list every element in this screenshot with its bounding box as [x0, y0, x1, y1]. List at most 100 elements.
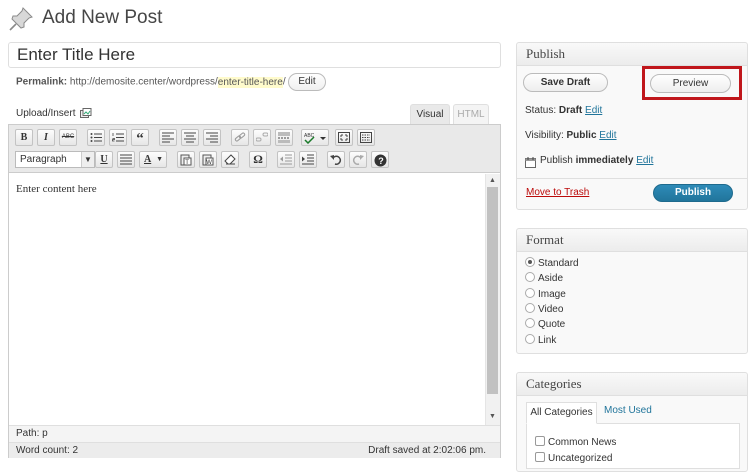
text-color-letter: A [144, 154, 152, 165]
status-value: Draft [558, 105, 583, 116]
checkbox[interactable] [535, 436, 545, 447]
align-right-icon[interactable] [203, 129, 221, 146]
status-label: Status: [525, 105, 557, 116]
visibility-label: Visibility: [525, 130, 564, 141]
category-label: Common News [548, 437, 617, 448]
visibility-row: Visibility: Public Edit [525, 130, 617, 141]
indent-icon[interactable] [299, 151, 317, 168]
publish-time-row: Publish immediately Edit [540, 155, 653, 166]
permalink-edit-button[interactable]: Edit [288, 73, 326, 91]
visibility-value: Public [566, 130, 597, 141]
publish-button[interactable]: Publish [653, 184, 733, 202]
pushpin-icon [8, 6, 34, 32]
align-left-icon[interactable] [159, 129, 177, 146]
fullscreen-icon[interactable] [335, 129, 353, 146]
editor-content[interactable]: Enter content here [16, 183, 97, 195]
redo-icon[interactable] [349, 151, 367, 168]
publish-time-edit-link[interactable]: Edit [636, 155, 653, 166]
radio-checked[interactable] [525, 257, 535, 268]
italic-button[interactable]: I [37, 129, 55, 146]
page-title: Add New Post [42, 7, 163, 28]
format-option-label: Standard [538, 258, 579, 269]
paste-from-word-icon[interactable]: W [199, 151, 217, 168]
editor-path-bar: Path: p [9, 425, 500, 442]
tab-most-used[interactable]: Most Used [604, 405, 652, 416]
radio[interactable] [525, 334, 535, 345]
strikethrough-button[interactable]: ABC [59, 129, 77, 146]
category-item[interactable]: Common News [535, 436, 617, 449]
divider [517, 178, 747, 179]
align-center-icon[interactable] [181, 129, 199, 146]
format-option-label: Video [538, 304, 564, 315]
radio[interactable] [525, 303, 535, 314]
tab-all-categories[interactable]: All Categories [526, 402, 597, 424]
format-option-video[interactable]: Video [525, 303, 564, 316]
word-count: Word count: 2 [16, 445, 79, 456]
category-item[interactable]: Uncategorized [535, 452, 612, 465]
scroll-up-icon[interactable]: ▲ [485, 174, 500, 187]
scroll-down-icon[interactable]: ▼ [485, 410, 500, 423]
paste-as-text-icon[interactable]: T [177, 151, 195, 168]
help-icon[interactable]: ? [371, 151, 389, 168]
publish-box-title[interactable]: Publish [517, 43, 747, 66]
numbered-list-icon[interactable] [109, 129, 127, 146]
draft-saved-status: Draft saved at 2:02:06 pm. [368, 445, 486, 456]
permalink-base: http://demosite.center/wordpress/ [69, 76, 218, 88]
format-box-title[interactable]: Format [517, 229, 747, 252]
upload-insert-label: Upload/Insert [16, 108, 76, 119]
svg-text:W: W [206, 160, 212, 166]
permalink-trailing-slash: / [282, 76, 286, 88]
visibility-edit-link[interactable]: Edit [599, 130, 616, 141]
permalink-label: Permalink: [16, 76, 68, 88]
status-edit-link[interactable]: Edit [585, 105, 602, 116]
categories-box-title[interactable]: Categories [517, 373, 747, 396]
move-to-trash-link[interactable]: Move to Trash [526, 187, 589, 198]
radio[interactable] [525, 288, 535, 299]
underline-button[interactable]: U [95, 151, 113, 168]
special-character-button[interactable]: Ω [249, 151, 267, 168]
insert-more-tag-icon[interactable] [275, 129, 293, 146]
spellcheck-icon[interactable]: ABC [301, 129, 329, 146]
post-title-input[interactable] [8, 42, 501, 68]
bold-button[interactable]: B [15, 129, 33, 146]
publish-time-value: immediately [575, 155, 634, 166]
bullet-list-icon[interactable] [87, 129, 105, 146]
format-option-aside[interactable]: Aside [525, 272, 564, 285]
tab-visual[interactable]: Visual [410, 104, 450, 125]
tab-html[interactable]: HTML [453, 104, 489, 125]
kitchen-sink-icon[interactable] [357, 129, 375, 146]
format-option-label: Image [538, 289, 566, 300]
add-media-icon[interactable] [80, 107, 92, 119]
insert-link-icon[interactable] [231, 129, 249, 146]
unlink-icon[interactable] [253, 129, 271, 146]
chevron-down-icon: ▼ [81, 152, 94, 167]
blockquote-button[interactable]: “ [131, 129, 149, 146]
save-draft-button[interactable]: Save Draft [523, 73, 608, 92]
scroll-thumb[interactable] [487, 187, 498, 394]
radio[interactable] [525, 272, 535, 283]
format-select[interactable]: Paragraph ▼ [15, 151, 95, 168]
format-option-image[interactable]: Image [525, 288, 566, 301]
editor-area[interactable] [8, 124, 501, 458]
undo-icon[interactable] [327, 151, 345, 168]
checkbox[interactable] [535, 452, 545, 463]
editor-status-bar: Word count: 2 Draft saved at 2:02:06 pm. [9, 442, 500, 458]
text-color-button[interactable]: A ▼ [139, 151, 167, 168]
publish-label: Publish [540, 155, 573, 166]
svg-text:?: ? [378, 156, 384, 166]
format-option-standard[interactable]: Standard [525, 257, 579, 270]
chevron-down-icon: ▼ [156, 155, 163, 163]
justify-icon[interactable] [117, 151, 135, 168]
format-option-link[interactable]: Link [525, 334, 557, 347]
format-option-label: Aside [538, 273, 564, 284]
format-option-label: Link [538, 335, 557, 346]
format-select-value: Paragraph [20, 154, 67, 165]
format-option-label: Quote [538, 319, 566, 330]
outdent-icon[interactable] [277, 151, 295, 168]
path-value[interactable]: p [42, 428, 48, 439]
permalink-row: Permalink: http://demosite.center/wordpr… [16, 73, 326, 91]
eraser-icon[interactable] [221, 151, 239, 168]
permalink-slug[interactable]: enter-title-here [217, 76, 283, 88]
format-option-quote[interactable]: Quote [525, 318, 566, 331]
radio[interactable] [525, 318, 535, 329]
